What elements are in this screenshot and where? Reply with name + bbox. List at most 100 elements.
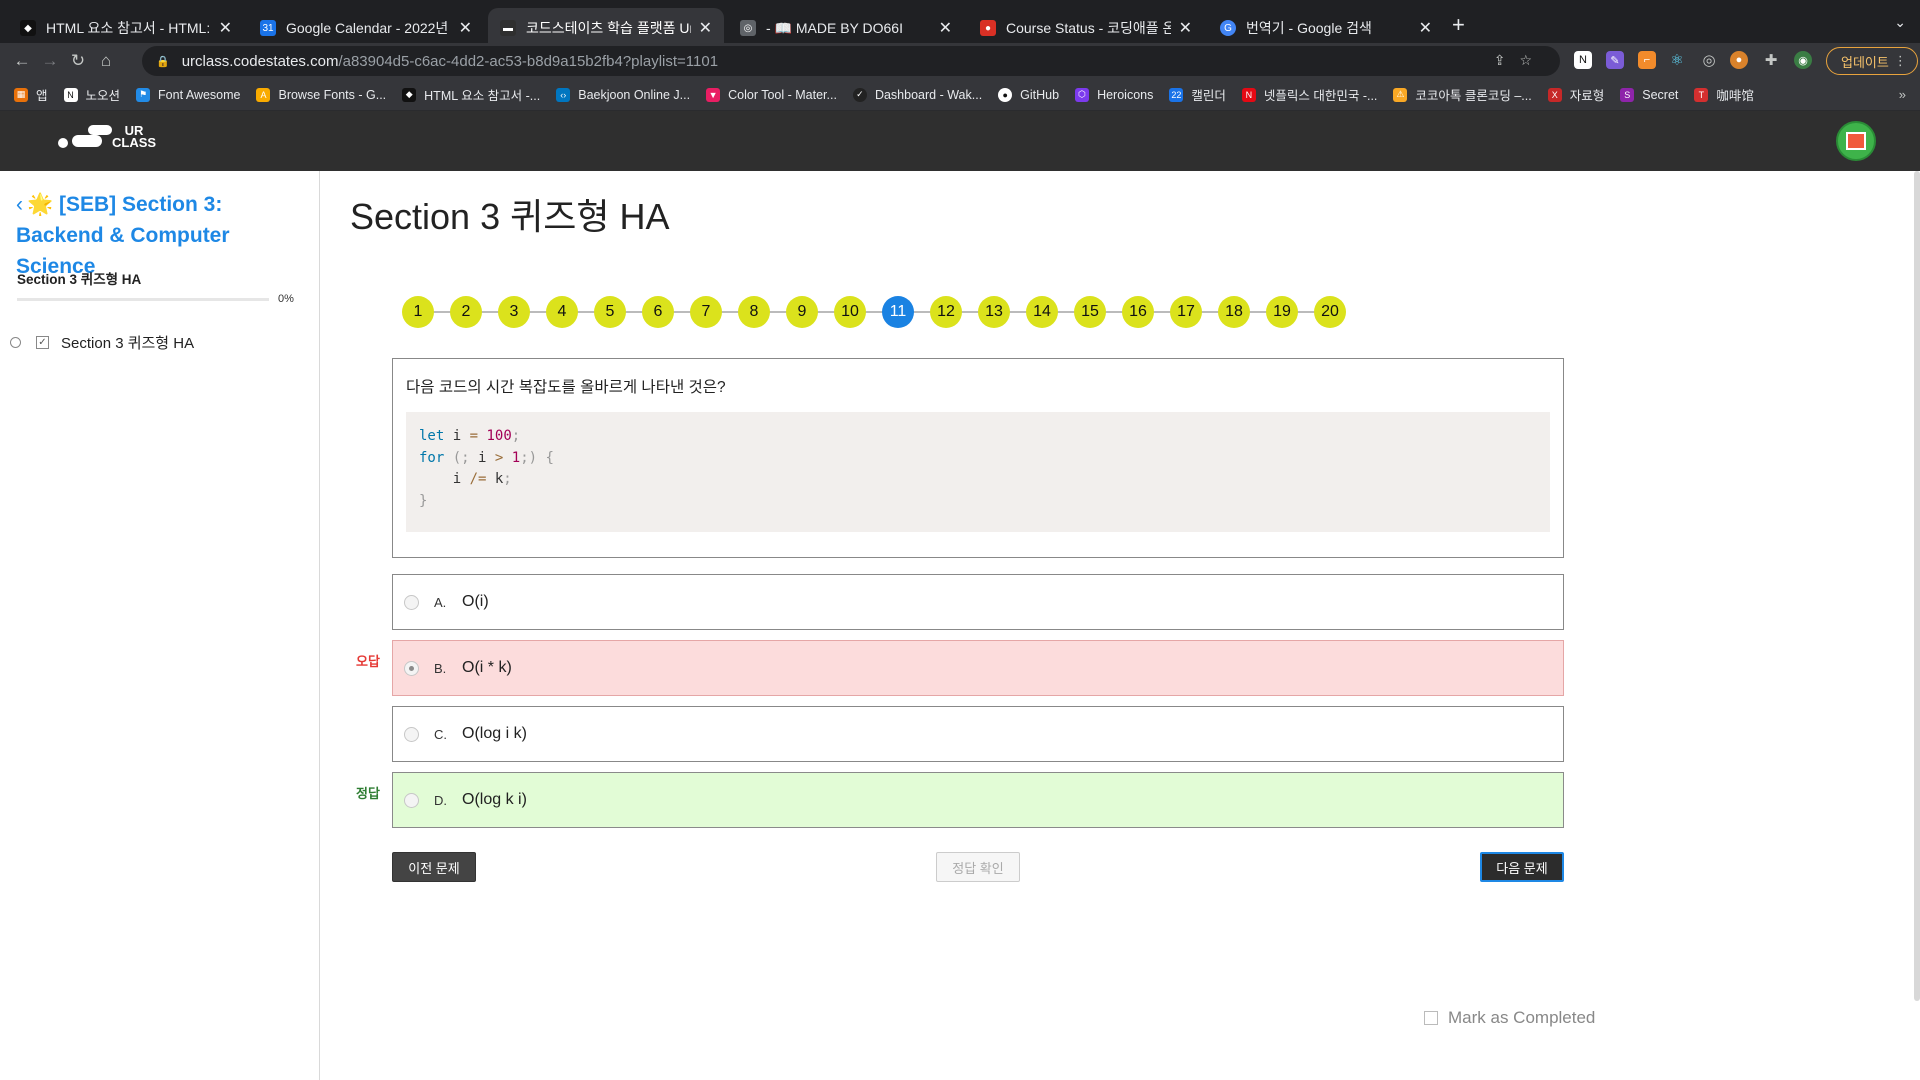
question-number-10[interactable]: 10	[834, 296, 866, 328]
option-radio[interactable]	[404, 594, 419, 610]
chevron-left-icon[interactable]: ‹	[16, 193, 23, 216]
back-arrow-icon[interactable]: ←	[8, 51, 36, 71]
question-number-11[interactable]: 11	[882, 296, 914, 328]
bookmark-label: Secret	[1642, 87, 1679, 102]
profile-avatar-icon[interactable]: ◉	[1794, 51, 1812, 69]
question-number-1[interactable]: 1	[402, 296, 434, 328]
user-avatar[interactable]	[1836, 121, 1876, 161]
bookmark-item[interactable]: ● GitHub	[998, 87, 1059, 102]
close-tab-icon[interactable]: ✕	[219, 18, 232, 38]
mark-completed-checkbox[interactable]	[1424, 1011, 1438, 1025]
cookie-extension-icon[interactable]: ●	[1730, 51, 1748, 69]
question-number-12[interactable]: 12	[930, 296, 962, 328]
close-tab-icon[interactable]: ✕	[939, 18, 952, 38]
browser-tab[interactable]: G 번역기 - Google 검색 ✕	[1208, 8, 1444, 48]
question-number-5[interactable]: 5	[594, 296, 626, 328]
page-scrollbar[interactable]	[1914, 171, 1920, 1001]
question-number-18[interactable]: 18	[1218, 296, 1250, 328]
question-number-17[interactable]: 17	[1170, 296, 1202, 328]
option-radio[interactable]	[404, 726, 419, 742]
question-number-6[interactable]: 6	[642, 296, 674, 328]
close-tab-icon[interactable]: ✕	[1419, 18, 1432, 38]
bookmark-label: 캘린더	[1191, 89, 1226, 103]
question-number-15[interactable]: 15	[1074, 296, 1106, 328]
bookmark-item[interactable]: N 노오션	[63, 85, 120, 104]
chevron-down-icon[interactable]: ⌄	[1894, 14, 1906, 31]
target-extension-icon[interactable]: ◎	[1700, 51, 1718, 69]
answer-option-b[interactable]: B. O(i * k)	[392, 640, 1564, 696]
answer-option-a[interactable]: A. O(i)	[392, 574, 1564, 630]
browser-tab[interactable]: ● Course Status - 코딩애플 온라인 ✕	[968, 8, 1204, 48]
bookmark-item[interactable]: S Secret	[1620, 87, 1679, 102]
bookmark-item[interactable]: ⬡ Heroicons	[1075, 87, 1154, 102]
bookmark-item[interactable]: A Browse Fonts - G...	[256, 87, 386, 102]
answer-option-c[interactable]: C. O(log i k)	[392, 706, 1564, 762]
puzzle-extensions-icon[interactable]: ✚	[1762, 51, 1780, 69]
code-line-1: let i = 100;	[419, 428, 521, 444]
browser-tab[interactable]: ◆ HTML 요소 참고서 - HTML: Hype ✕	[8, 8, 244, 48]
bookmark-item[interactable]: N 넷플릭스 대한민국 -...	[1241, 85, 1377, 104]
react-devtools-icon[interactable]: ⚛	[1668, 51, 1686, 69]
bookmark-item[interactable]: ‹› Baekjoon Online J...	[556, 87, 690, 102]
question-number-9[interactable]: 9	[786, 296, 818, 328]
question-number-8[interactable]: 8	[738, 296, 770, 328]
browser-tab[interactable]: ◎ - 📖 MADE BY DO66I ✕	[728, 8, 964, 48]
share-bookmark-icons[interactable]: ⇪☆	[1494, 52, 1546, 69]
apple-icon: ●	[980, 20, 996, 36]
question-number-4[interactable]: 4	[546, 296, 578, 328]
question-text: 다음 코드의 시간 복잡도를 올바르게 나타낸 것은?	[406, 379, 726, 396]
question-number-13[interactable]: 13	[978, 296, 1010, 328]
browser-toolbar: ← → ↻ ⌂ 🔒 urclass.codestates.com/a83904d…	[0, 43, 1920, 79]
question-number-3[interactable]: 3	[498, 296, 530, 328]
question-number-19[interactable]: 19	[1266, 296, 1298, 328]
question-number-16[interactable]: 16	[1122, 296, 1154, 328]
new-tab-icon[interactable]: +	[1452, 12, 1465, 38]
bookmark-label: Heroicons	[1097, 87, 1154, 102]
lesson-item[interactable]: ✓ Section 3 퀴즈형 HA	[10, 332, 194, 353]
bookmark-item[interactable]: ▦ 앱	[14, 85, 48, 104]
option-radio-selected[interactable]	[404, 660, 419, 676]
close-tab-icon[interactable]: ✕	[459, 18, 472, 38]
bookmark-item[interactable]: X 자료형	[1547, 85, 1604, 104]
bookmark-item[interactable]: ⚑ Font Awesome	[136, 87, 240, 102]
close-tab-icon[interactable]: ✕	[1179, 18, 1192, 38]
next-question-button[interactable]: 다음 문제	[1480, 852, 1564, 882]
bookmark-item[interactable]: ✓ Dashboard - Wak...	[852, 87, 982, 102]
mark-as-completed[interactable]: Mark as Completed	[1424, 1008, 1595, 1028]
question-number-20[interactable]: 20	[1314, 296, 1346, 328]
forward-arrow-icon[interactable]: →	[36, 51, 64, 71]
question-number-2[interactable]: 2	[450, 296, 482, 328]
previous-question-button[interactable]: 이전 문제	[392, 852, 476, 882]
address-bar[interactable]: 🔒 urclass.codestates.com/a83904d5-c6ac-4…	[142, 46, 1560, 76]
check-answer-button[interactable]: 정답 확인	[936, 852, 1020, 882]
question-number-14[interactable]: 14	[1026, 296, 1058, 328]
update-button[interactable]: 업데이트 ⋮	[1826, 47, 1918, 75]
more-vert-icon[interactable]: ⋮	[1894, 53, 1907, 69]
bookmark-item[interactable]: ▼ Color Tool - Mater...	[706, 87, 837, 102]
home-icon[interactable]: ⌂	[92, 51, 120, 71]
notion-extension-icon[interactable]: N	[1574, 51, 1592, 69]
urclass-logo[interactable]: UR CLASS	[58, 124, 156, 149]
answer-option-d[interactable]: D. O(log k i)	[392, 772, 1564, 828]
question-number-7[interactable]: 7	[690, 296, 722, 328]
code-line-4: }	[419, 492, 428, 509]
bookmark-label: Color Tool - Mater...	[728, 87, 837, 102]
browser-tab[interactable]: 31 Google Calendar - 2022년 2월 2 ✕	[248, 8, 484, 48]
close-tab-icon[interactable]: ✕	[699, 18, 712, 38]
bookmark-item[interactable]: ⚠ 코코아톡 클론코딩 –...	[1393, 85, 1532, 104]
heroicons-icon: ⬡	[1075, 87, 1090, 102]
bookmark-item[interactable]: 22 캘린더	[1169, 85, 1226, 104]
chevron-double-right-icon[interactable]: »	[1899, 87, 1906, 102]
bookmark-label: 코코아톡 클론코딩 –...	[1415, 89, 1532, 103]
bookmark-item[interactable]: T 咖啡馆	[1694, 85, 1754, 104]
reload-icon[interactable]: ↻	[64, 51, 92, 71]
lock-icon[interactable]: 🔒	[156, 55, 170, 68]
browser-tab-active[interactable]: ▬ 코드스테이츠 학습 플랫폼 UrClass ✕	[488, 8, 724, 48]
question-navigator: 1 2 3 4 5 6 7 8 9 10 11 12 13 14 15 16 17 18 19 20	[402, 296, 1346, 328]
bookmark-item[interactable]: ◆ HTML 요소 참고서 -...	[402, 85, 540, 104]
option-radio[interactable]	[404, 792, 419, 808]
update-label: 업데이트	[1841, 54, 1889, 70]
edit-extension-icon[interactable]: ✎	[1606, 51, 1624, 69]
mdn-icon: ◆	[20, 20, 36, 36]
flag-extension-icon[interactable]: ⌐	[1638, 51, 1656, 69]
